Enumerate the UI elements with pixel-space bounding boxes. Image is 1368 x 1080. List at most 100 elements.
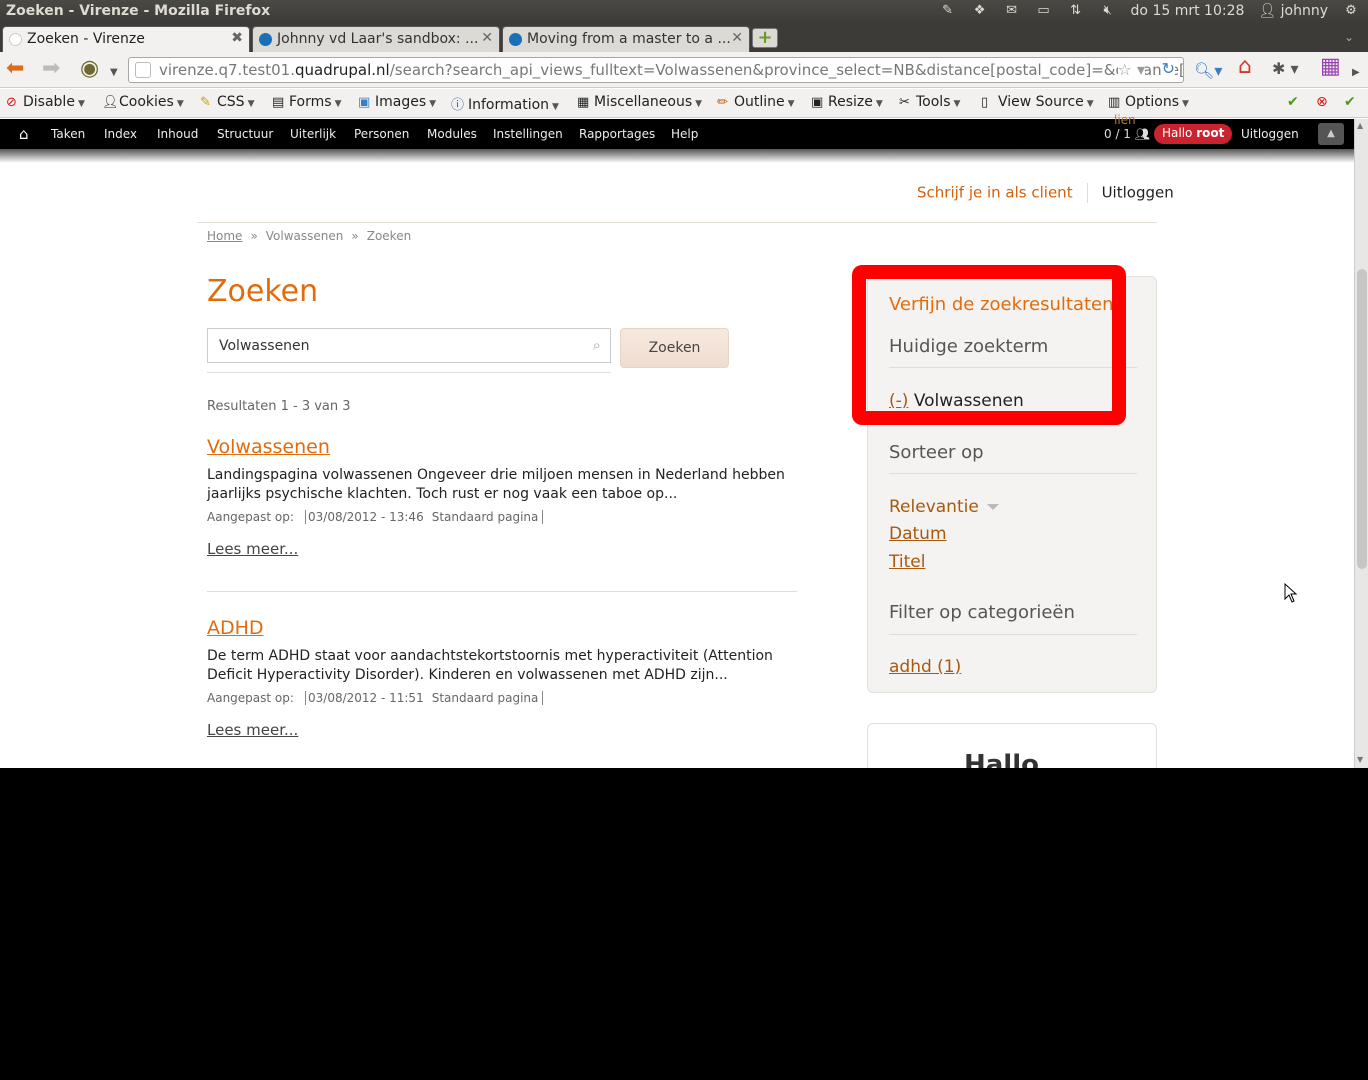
- clock[interactable]: do 15 mrt 10:28: [1131, 3, 1245, 19]
- result-meta: Aangepast op: 03/08/2012 - 13:46 Standaard…: [207, 510, 797, 524]
- url-bar[interactable]: virenze.q7.test01.quadrupal.nl/search?se…: [128, 57, 1184, 83]
- toolbar-overflow-icon[interactable]: ▶: [1352, 62, 1360, 84]
- dropbox-icon[interactable]: ❖: [971, 4, 989, 18]
- search-underline: [207, 372, 611, 373]
- valid-css-check-icon[interactable]: ✔: [1287, 94, 1299, 110]
- caret-icon: ▼: [787, 99, 795, 109]
- read-more-link[interactable]: Lees meer...: [207, 540, 797, 558]
- admin-item-taken[interactable]: Taken: [51, 127, 85, 141]
- tab-johnny-sandbox[interactable]: Johnny vd Laar's sandbox: ... ✕: [252, 26, 500, 52]
- read-more-link[interactable]: Lees meer...: [207, 721, 797, 739]
- tab-zoeken-virenze[interactable]: Zoeken - Virenze ✖: [2, 26, 250, 52]
- site-identity-icon[interactable]: [135, 62, 151, 78]
- os-title-bar: Zoeken - Virenze - Mozilla Firefox ✎ ❖ ✉…: [0, 0, 1368, 24]
- filter-adhd-link[interactable]: adhd (1): [889, 657, 961, 677]
- edit-icon[interactable]: ✎: [939, 4, 957, 18]
- caret-icon: ▼: [875, 99, 883, 109]
- history-dropdown-icon[interactable]: ▼: [110, 62, 118, 84]
- search-result: ADHD De term ADHD staat voor aandachtste…: [207, 617, 797, 739]
- outline-menu[interactable]: ✏ Outline ▼: [717, 94, 795, 110]
- admin-item-instellingen[interactable]: Instellingen: [493, 127, 563, 141]
- mail-icon[interactable]: ✉: [1003, 4, 1021, 18]
- images-menu[interactable]: ▣ Images ▼: [358, 94, 436, 110]
- search-result: Volwassenen Landingspagina volwassenen O…: [207, 436, 797, 558]
- menu-label: Disable: [23, 94, 75, 110]
- result-divider: [207, 591, 797, 592]
- disable-menu[interactable]: ⊘ Disable ▼: [6, 94, 85, 110]
- options-menu[interactable]: ▥ Options ▼: [1108, 94, 1189, 110]
- addon-icon[interactable]: ✱ ▾: [1272, 58, 1299, 80]
- pencil-icon: ✏: [717, 95, 728, 110]
- result-meta: Aangepast op: 03/08/2012 - 11:51 Standaard…: [207, 691, 797, 705]
- info-icon: ⓘ: [451, 98, 465, 113]
- menu-label: Forms: [289, 94, 332, 110]
- grid-menu-icon[interactable]: ▦: [1320, 56, 1341, 78]
- scroll-down-icon[interactable]: ▼: [1357, 755, 1363, 764]
- vertical-scrollbar[interactable]: ▲ ▼: [1354, 119, 1368, 768]
- network-icon[interactable]: ⇅: [1067, 4, 1085, 18]
- sort-relevance[interactable]: Relevantie: [889, 497, 999, 517]
- admin-home-icon[interactable]: ⌂: [19, 125, 29, 143]
- search-button[interactable]: Zoeken: [620, 328, 729, 368]
- valid-html-check-icon[interactable]: ✔: [1344, 94, 1356, 110]
- error-icon[interactable]: ⊗: [1316, 94, 1328, 110]
- cookies-menu[interactable]: 👤︎Cookies ▼: [102, 94, 184, 110]
- admin-item-inhoud[interactable]: Inhoud: [157, 127, 198, 141]
- tools-icon: ✂: [899, 95, 910, 110]
- result-title-link[interactable]: Volwassenen: [207, 436, 797, 458]
- menu-label: Resize: [828, 94, 873, 110]
- meta-date: 03/08/2012 - 11:51: [305, 691, 424, 705]
- bookmark-star-icon[interactable]: ☆ ▾: [1117, 60, 1145, 79]
- tab-list-chevron-icon[interactable]: ⌄: [1344, 30, 1354, 44]
- disable-icon: ⊘: [6, 95, 17, 110]
- admin-item-help[interactable]: Help: [671, 127, 698, 141]
- back-arrow-icon[interactable]: ⬅: [6, 58, 24, 80]
- tab-moving-master[interactable]: Moving from a master to a ... ✕: [502, 26, 750, 52]
- reload-icon[interactable]: ↻: [1161, 59, 1175, 78]
- breadcrumb-home[interactable]: Home: [207, 229, 242, 243]
- sort-title-link[interactable]: Titel: [889, 552, 925, 572]
- gear-icon[interactable]: ⚙: [1342, 4, 1360, 18]
- history-icon[interactable]: ◉: [80, 58, 99, 80]
- user-menu[interactable]: 👤︎ johnny: [1258, 3, 1328, 19]
- breadcrumb-current: Zoeken: [366, 229, 412, 243]
- admin-item-structuur[interactable]: Structuur: [217, 127, 273, 141]
- miscellaneous-menu[interactable]: ▦ Miscellaneous ▼: [577, 94, 702, 110]
- cookie-icon: 👤︎: [102, 95, 119, 110]
- forward-arrow-icon[interactable]: ➡: [42, 58, 60, 80]
- result-title-link[interactable]: ADHD: [207, 617, 797, 639]
- collapse-toolbar-icon[interactable]: ▲: [1318, 123, 1344, 145]
- hallo-heading: Hallo: [964, 750, 1039, 768]
- meta-date: 03/08/2012 - 13:46: [305, 510, 424, 524]
- search-input[interactable]: Volwassenen ⌕: [207, 328, 611, 363]
- hello-user: root: [1196, 126, 1225, 140]
- search-engine-icon[interactable]: 🔍︎▾: [1194, 60, 1222, 82]
- css-menu[interactable]: ✎ CSS ▼: [200, 94, 254, 110]
- view-source-menu[interactable]: ▯ View Source ▼: [981, 94, 1094, 110]
- resize-menu[interactable]: ▣ Resize ▼: [811, 94, 883, 110]
- admin-item-uiterlijk[interactable]: Uiterlijk: [290, 127, 336, 141]
- close-icon[interactable]: ✕: [731, 30, 743, 46]
- admin-item-modules[interactable]: Modules: [427, 127, 477, 141]
- sort-date-link[interactable]: Datum: [889, 524, 947, 544]
- scrollbar-thumb[interactable]: [1357, 269, 1367, 569]
- menu-label: Miscellaneous: [594, 94, 693, 110]
- close-icon[interactable]: ✖: [231, 30, 243, 46]
- admin-logout-link[interactable]: Uitloggen: [1241, 127, 1299, 141]
- tools-menu[interactable]: ✂ Tools ▼: [899, 94, 960, 110]
- caret-icon: ▼: [1182, 99, 1189, 109]
- admin-item-personen[interactable]: Personen: [354, 127, 409, 141]
- home-icon[interactable]: ⌂: [1238, 56, 1252, 78]
- close-icon[interactable]: ✕: [481, 30, 493, 46]
- logout-link[interactable]: Uitloggen: [1102, 184, 1174, 202]
- admin-item-index[interactable]: Index: [104, 127, 137, 141]
- new-tab-button[interactable]: +: [752, 28, 778, 48]
- user-badge[interactable]: Hallo root: [1154, 124, 1233, 144]
- forms-menu[interactable]: ▤ Forms ▼: [272, 94, 341, 110]
- battery-icon[interactable]: ▭: [1035, 4, 1053, 18]
- client-signup-link[interactable]: Schrijf je in als client: [917, 184, 1073, 202]
- scroll-up-icon[interactable]: ▲: [1357, 121, 1363, 130]
- information-menu[interactable]: ⓘ Information ▼: [451, 94, 559, 113]
- admin-item-rapportages[interactable]: Rapportages: [579, 127, 655, 141]
- volume-muted-icon[interactable]: 🔇︎: [1099, 4, 1117, 18]
